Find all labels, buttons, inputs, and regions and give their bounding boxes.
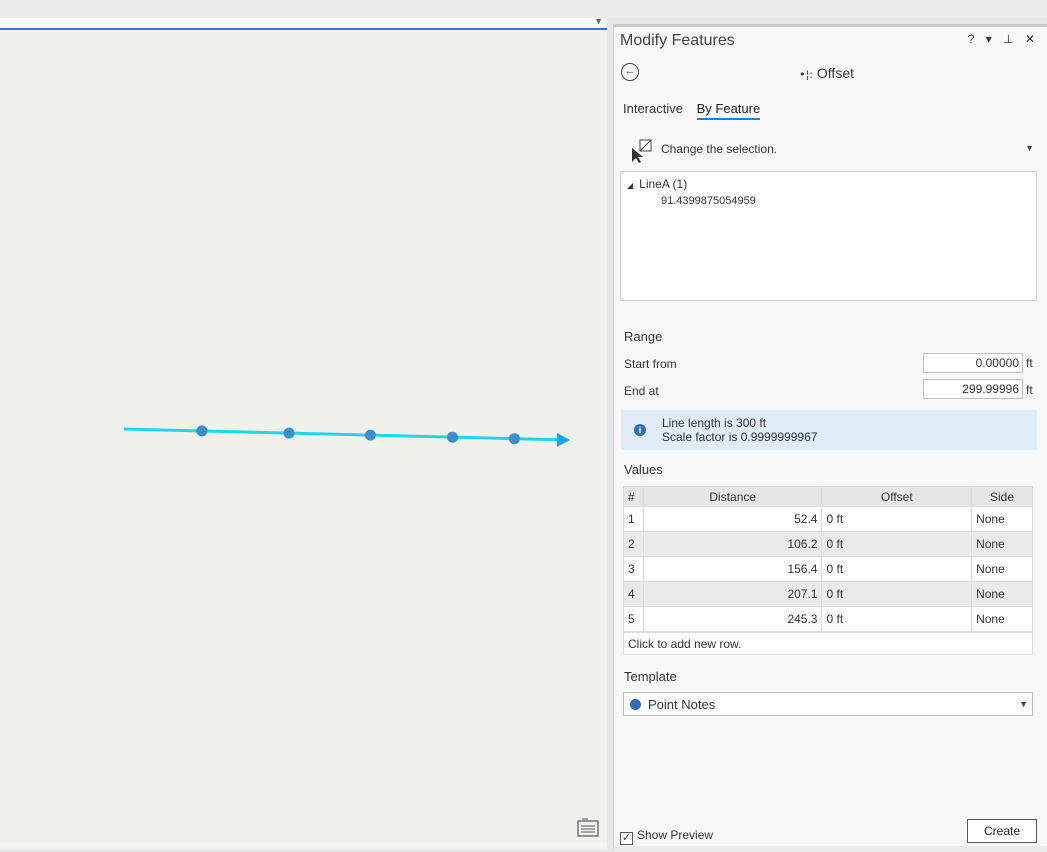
add-row-button[interactable]: Click to add new row. xyxy=(623,632,1033,655)
tab-by-feature[interactable]: By Feature xyxy=(696,101,761,120)
template-select[interactable]: Point Notes ▼ xyxy=(623,692,1033,716)
cell-index: 5 xyxy=(623,606,644,632)
tool-title: •¦: Offset xyxy=(799,65,854,81)
offset-point[interactable] xyxy=(447,431,458,443)
tool-tabs: Interactive By Feature xyxy=(623,101,770,120)
values-header-row: # Distance Offset Side xyxy=(623,486,1033,507)
values-body: 1 52.4 0 ft None 2 106.2 0 ft None 3 156.4 0 ft Non… xyxy=(623,506,1033,632)
cell-index: 1 xyxy=(623,506,644,532)
cell-distance[interactable]: 245.3 xyxy=(642,606,823,632)
selection-row[interactable]: Change the selection. ▼ xyxy=(630,137,1034,163)
end-at-input[interactable]: 299.99996 xyxy=(923,379,1023,399)
chevron-down-icon[interactable]: ▼ xyxy=(1025,143,1034,153)
cell-index: 2 xyxy=(623,531,644,557)
cell-side[interactable]: None xyxy=(971,556,1033,582)
cell-offset[interactable]: 0 ft xyxy=(821,581,973,607)
cell-offset[interactable]: 0 ft xyxy=(821,556,973,582)
cell-distance[interactable]: 207.1 xyxy=(642,581,823,607)
values-heading: Values xyxy=(624,462,663,477)
tool-name: Offset xyxy=(816,65,854,81)
cell-distance[interactable]: 106.2 xyxy=(642,531,823,557)
cell-side[interactable]: None xyxy=(971,581,1033,607)
pane-window-controls[interactable]: ? ▾ ⊥ ✕ xyxy=(968,32,1039,46)
back-arrow-icon[interactable]: ← xyxy=(621,63,639,81)
checkbox-checked-icon[interactable]: ✓ xyxy=(620,832,633,845)
table-row[interactable]: 3 156.4 0 ft None xyxy=(623,556,1033,582)
selection-cursor-icon xyxy=(632,139,652,163)
offset-point[interactable] xyxy=(196,425,208,437)
map-tab-dropdown-icon[interactable]: ▼ xyxy=(594,16,603,26)
offset-point[interactable] xyxy=(508,433,520,445)
show-preview-checkbox[interactable]: ✓ Show Preview xyxy=(620,828,713,845)
title-bar xyxy=(0,0,1047,18)
cell-offset[interactable]: 0 ft xyxy=(821,506,973,532)
table-row[interactable]: 4 207.1 0 ft None xyxy=(623,581,1033,607)
table-row[interactable]: 5 245.3 0 ft None xyxy=(623,606,1033,632)
start-from-label: Start from xyxy=(624,357,677,371)
selection-hint: Change the selection. xyxy=(661,142,778,156)
status-bar xyxy=(0,843,607,849)
pane-footer xyxy=(614,846,1047,852)
show-preview-label: Show Preview xyxy=(637,828,714,842)
cell-side[interactable]: None xyxy=(971,531,1033,557)
map-canvas[interactable] xyxy=(0,30,607,845)
tree-layer-label: LineA (1) xyxy=(639,177,688,191)
info-icon: i xyxy=(634,424,646,436)
template-heading: Template xyxy=(624,669,677,684)
template-selected: Point Notes xyxy=(648,697,716,712)
cell-side[interactable]: None xyxy=(971,506,1033,532)
map-tab-strip xyxy=(0,18,607,28)
table-row[interactable]: 2 106.2 0 ft None xyxy=(623,531,1033,557)
line-length-text: Line length is 300 ft xyxy=(662,416,767,430)
cell-distance[interactable]: 52.4 xyxy=(642,506,823,532)
chevron-down-icon[interactable]: ▼ xyxy=(1019,699,1028,709)
modify-features-pane: Modify Features ? ▾ ⊥ ✕ ← •¦: Offset Inte… xyxy=(613,24,1047,852)
map-legend-icon[interactable] xyxy=(577,818,599,838)
table-row[interactable]: 1 52.4 0 ft None xyxy=(623,506,1033,532)
offset-point[interactable] xyxy=(283,427,295,439)
point-symbol-icon xyxy=(630,699,641,710)
collapse-triangle-icon[interactable]: ◢ xyxy=(627,181,633,190)
line-direction-arrow xyxy=(557,433,570,447)
line-feature[interactable] xyxy=(123,427,560,442)
create-button[interactable]: Create xyxy=(967,819,1037,843)
pane-title: Modify Features xyxy=(620,32,735,49)
cell-offset[interactable]: 0 ft xyxy=(821,606,973,632)
values-table: # Distance Offset Side 1 52.4 0 ft None 2 106… xyxy=(623,486,1033,632)
info-message: i Line length is 300 ft Scale factor is … xyxy=(621,410,1037,450)
range-heading: Range xyxy=(624,329,663,344)
tree-feature-node[interactable]: 91.4399875054959 xyxy=(661,195,756,207)
end-at-label: End at xyxy=(624,384,659,398)
feature-tree[interactable]: ◢ LineA (1) 91.4399875054959 xyxy=(620,171,1037,301)
col-distance-header[interactable]: Distance xyxy=(642,486,823,507)
offset-point[interactable] xyxy=(364,429,376,441)
start-from-input[interactable]: 0.00000 xyxy=(923,353,1023,373)
tree-layer-node[interactable]: ◢ LineA (1) xyxy=(627,177,687,191)
cell-index: 3 xyxy=(623,556,644,582)
start-unit: ft xyxy=(1026,356,1033,370)
cell-offset[interactable]: 0 ft xyxy=(821,531,973,557)
scale-factor-text: Scale factor is 0.9999999967 xyxy=(662,430,818,444)
col-offset-header[interactable]: Offset xyxy=(821,486,973,507)
end-unit: ft xyxy=(1026,383,1033,397)
cell-distance[interactable]: 156.4 xyxy=(642,556,823,582)
offset-icon: •¦: xyxy=(799,68,813,81)
col-index-header: # xyxy=(623,486,644,507)
cell-index: 4 xyxy=(623,581,644,607)
cell-side[interactable]: None xyxy=(971,606,1033,632)
col-side-header[interactable]: Side xyxy=(971,486,1033,507)
map-view[interactable]: ▼ xyxy=(0,16,607,849)
tab-interactive[interactable]: Interactive xyxy=(623,101,683,118)
